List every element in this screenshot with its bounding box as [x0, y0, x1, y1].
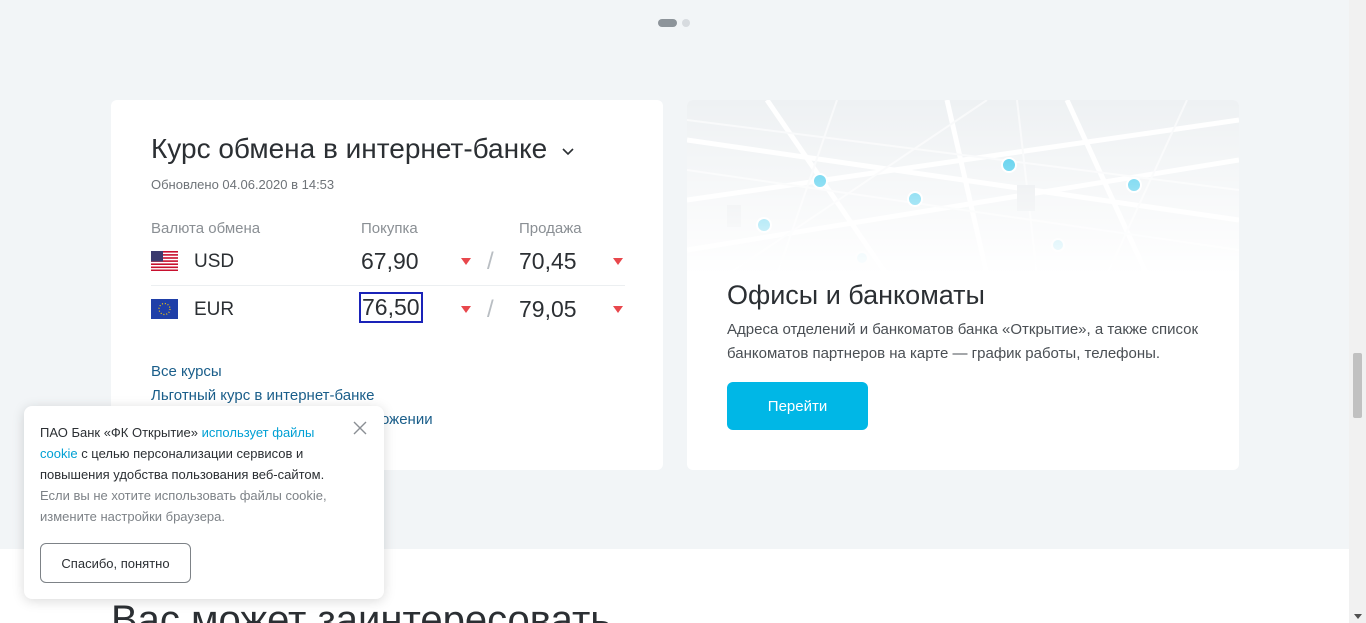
close-icon[interactable] — [353, 421, 367, 435]
cookie-text-mid: с целью персонализации сервисов и повыше… — [40, 446, 325, 482]
section-title: Вас может заинтересовать — [111, 598, 612, 623]
cookie-banner: ПАО Банк «ФК Открытие» использует файлы … — [24, 406, 384, 599]
carousel-pagination — [658, 19, 690, 27]
rate-row-usd: USD 67,90 / 70,45 — [151, 238, 625, 286]
us-flag-icon — [151, 251, 178, 271]
scrollbar[interactable] — [1349, 0, 1366, 623]
go-button[interactable]: Перейти — [727, 382, 868, 430]
currency-code-eur: EUR — [194, 299, 235, 320]
arrow-down-icon — [613, 258, 623, 265]
rate-divider: / — [487, 296, 494, 323]
arrow-down-icon — [461, 306, 471, 313]
cookie-text: ПАО Банк «ФК Открытие» использует файлы … — [40, 422, 340, 527]
usd-sell-value: 70,45 — [519, 248, 577, 274]
arrow-down-icon — [461, 258, 471, 265]
cookie-text-start: ПАО Банк «ФК Открытие» — [40, 425, 202, 440]
col-buy: Покупка — [361, 220, 418, 237]
rates-title-dropdown[interactable]: Курс обмена в интернет-банке — [151, 133, 575, 165]
rates-updated: Обновлено 04.06.2020 в 14:53 — [151, 177, 335, 192]
rate-row-eur: EUR 76,50 / 79,05 — [151, 286, 625, 334]
rates-title: Курс обмена в интернет-банке — [151, 133, 548, 164]
eur-sell-value: 79,05 — [519, 296, 577, 322]
col-sell: Продажа — [519, 220, 582, 237]
col-currency: Валюта обмена — [151, 220, 261, 237]
currency-code-usd: USD — [194, 251, 235, 272]
cookie-accept-button[interactable]: Спасибо, понятно — [40, 543, 191, 583]
eur-buy-value[interactable]: 76,50 — [359, 292, 423, 323]
preferential-rate-link[interactable]: Льготный курс в интернет-банке — [151, 384, 433, 408]
offices-card: Офисы и банкоматы Адреса отделений и бан… — [687, 100, 1239, 470]
offices-description: Адреса отделений и банкоматов банка «Отк… — [727, 321, 1199, 362]
scroll-down-arrow-icon[interactable] — [1354, 614, 1362, 619]
all-rates-link[interactable]: Все курсы — [151, 360, 433, 384]
eu-flag-icon — [151, 299, 178, 319]
usd-buy-value: 67,90 — [361, 248, 419, 274]
rate-divider: / — [487, 248, 494, 275]
scroll-thumb[interactable] — [1353, 353, 1362, 418]
carousel-dot-1[interactable] — [658, 19, 677, 27]
arrow-down-icon — [613, 306, 623, 313]
chevron-down-icon — [562, 148, 574, 156]
carousel-dot-2[interactable] — [682, 19, 690, 27]
offices-title: Офисы и банкоматы — [727, 280, 985, 310]
map-illustration — [687, 100, 1239, 275]
cookie-text-muted: Если вы не хотите использовать файлы coo… — [40, 488, 327, 524]
